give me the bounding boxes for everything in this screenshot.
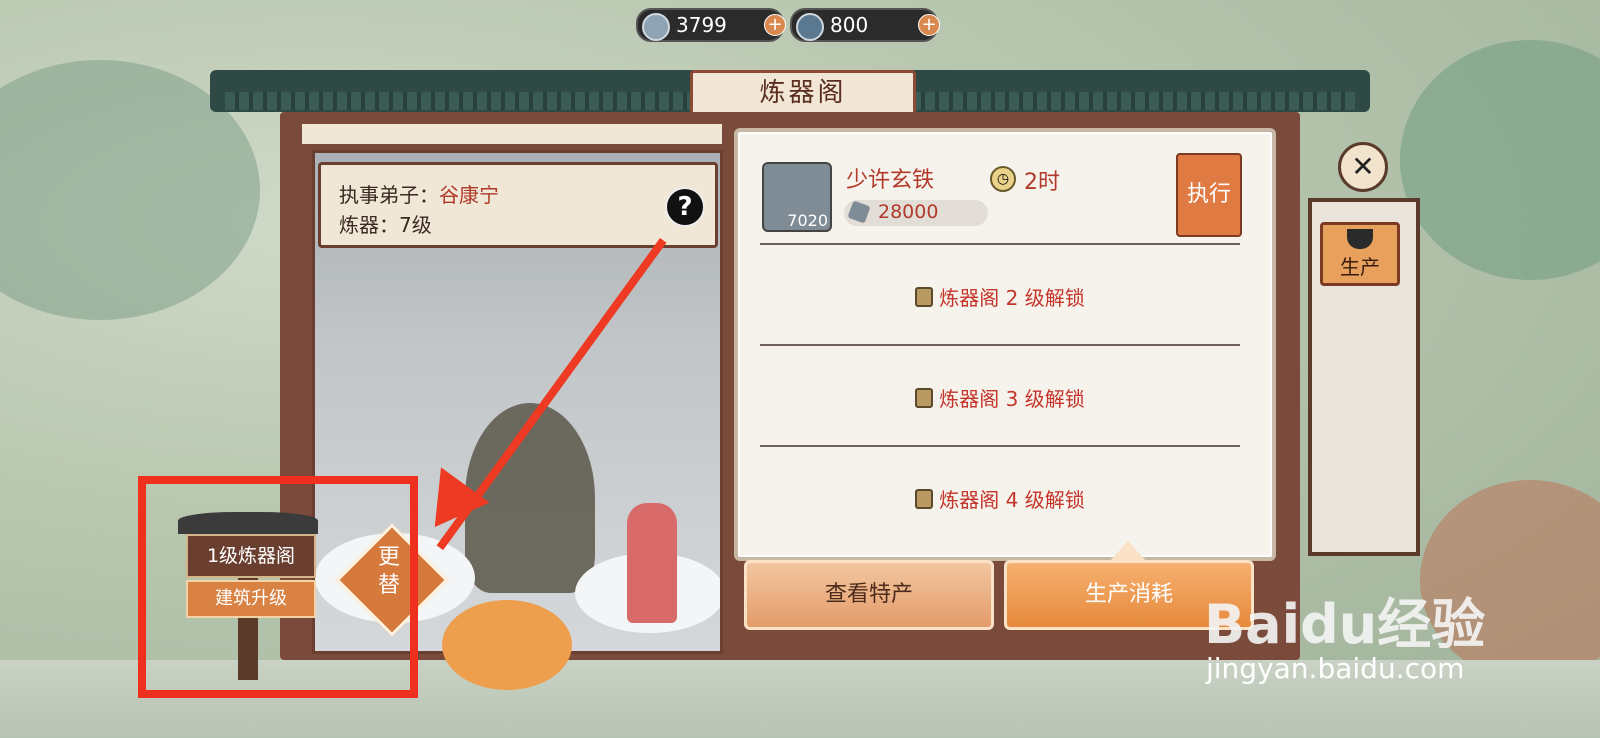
annotation-highlight-box — [138, 476, 418, 698]
locked-slot: 炼器阁 2 级解锁 — [760, 282, 1240, 311]
cost-bar: 28000 — [844, 200, 988, 226]
black-iron-icon[interactable]: 7020 — [762, 162, 832, 232]
produce-tab-label: 生产 — [1340, 255, 1380, 279]
item-count: 7020 — [787, 211, 828, 230]
building-title: 炼器阁 — [690, 70, 916, 116]
refine-level: 7级 — [399, 213, 432, 237]
refine-label: 炼器： — [339, 213, 399, 237]
resource-value: 800 — [830, 13, 869, 37]
locked-slot: 炼器阁 4 级解锁 — [760, 484, 1240, 513]
resource-value: 3799 — [676, 13, 727, 37]
info-board: 执事弟子：谷康宁 炼器：7级 ? — [318, 162, 718, 248]
disciple-name[interactable]: 谷康宁 — [439, 183, 499, 207]
disciple-character[interactable] — [627, 503, 677, 623]
tab-indicator — [1110, 541, 1146, 561]
shiba-dog — [442, 600, 572, 690]
divider — [760, 445, 1240, 447]
locked-slot-label: 炼器阁 3 级解锁 — [939, 387, 1085, 411]
lock-icon — [915, 388, 934, 408]
silver-ore-icon — [847, 200, 871, 224]
lock-icon — [915, 489, 934, 509]
locked-slot-label: 炼器阁 2 级解锁 — [939, 286, 1085, 310]
locked-slot-label: 炼器阁 4 级解锁 — [939, 488, 1085, 512]
view-products-button[interactable]: 查看特产 — [744, 560, 994, 630]
silver-ore-icon — [642, 13, 670, 41]
clock-icon: ◷ — [990, 166, 1016, 192]
building-beam — [300, 122, 724, 146]
disciple-label: 执事弟子： — [339, 183, 439, 207]
divider — [760, 243, 1240, 245]
divider — [760, 344, 1240, 346]
help-button[interactable]: ? — [665, 187, 705, 227]
watermark-brand: Baidu经验 — [1204, 593, 1486, 656]
close-button[interactable]: ✕ — [1338, 142, 1388, 192]
background-hill — [1400, 40, 1600, 280]
production-time: 2时 — [1024, 170, 1060, 195]
cost-value: 28000 — [878, 201, 939, 223]
add-iron-button[interactable]: + — [918, 14, 940, 36]
disciple-row: 执事弟子：谷康宁 — [339, 179, 499, 208]
watermark-url: jingyan.baidu.com — [1206, 652, 1465, 685]
refine-row: 炼器：7级 — [339, 209, 432, 238]
execute-button[interactable]: 执行 — [1176, 153, 1242, 237]
add-silver-button[interactable]: + — [764, 14, 786, 36]
resource-bar-silver: 3799 + — [636, 8, 786, 42]
lock-icon — [915, 287, 934, 307]
resource-bar-iron: 800 + — [790, 8, 940, 42]
iron-ingot-icon — [796, 13, 824, 41]
locked-slot: 炼器阁 3 级解锁 — [760, 383, 1240, 412]
produce-tab-button[interactable]: 生产 — [1320, 222, 1400, 286]
item-name: 少许玄铁 — [846, 168, 935, 193]
cauldron-icon — [1347, 229, 1373, 249]
